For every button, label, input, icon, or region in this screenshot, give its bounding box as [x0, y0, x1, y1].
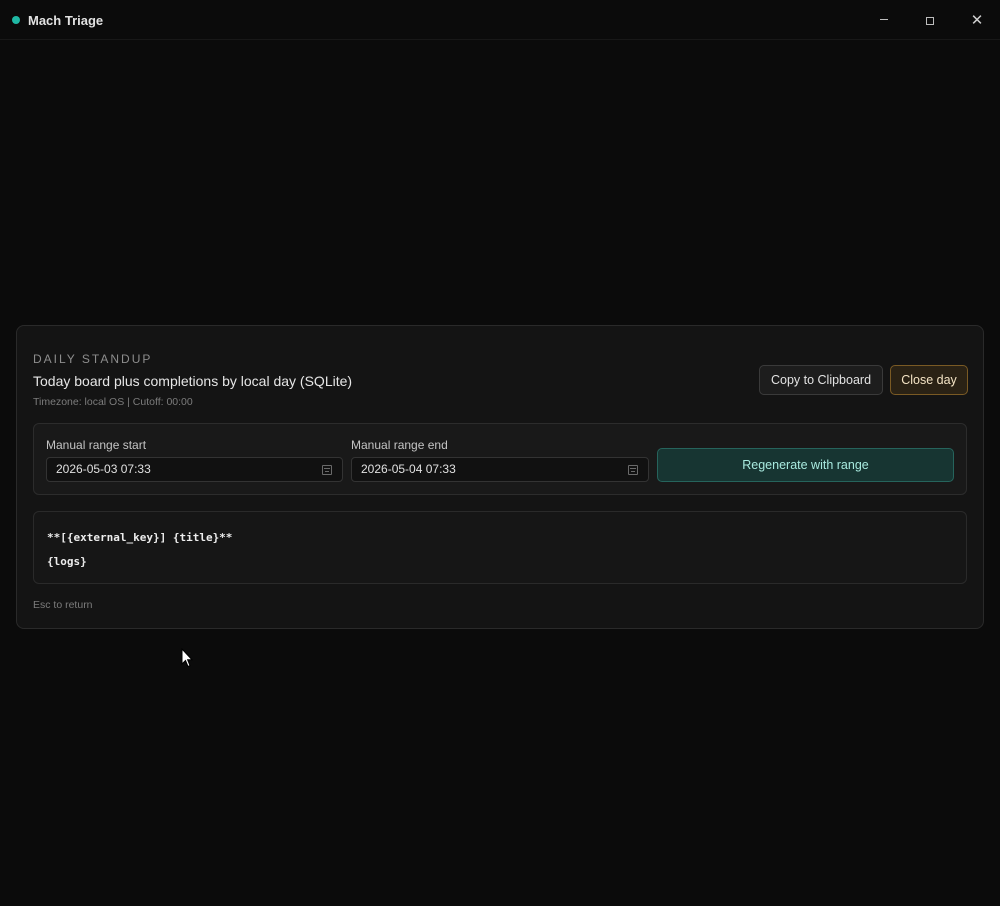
output-line: {logs} — [47, 555, 87, 568]
panel-heading: Today board plus completions by local da… — [33, 373, 353, 389]
range-end-label: Manual range end — [351, 438, 448, 452]
status-dot-icon — [12, 16, 20, 24]
calendar-icon[interactable] — [628, 465, 638, 475]
output-line: **[{external_key}] {title}** — [47, 531, 233, 544]
standup-output[interactable]: **[{external_key}] {title}** {logs} — [33, 511, 967, 584]
app-window: Mach Triage ✕ DAILY STANDUP Today board … — [0, 0, 1000, 906]
section-eyebrow: DAILY STANDUP — [33, 352, 153, 366]
daily-standup-panel: DAILY STANDUP Today board plus completio… — [16, 325, 984, 629]
close-window-button[interactable]: ✕ — [954, 0, 1000, 40]
range-start-value: 2026-05-03 07:33 — [56, 462, 151, 476]
close-day-button[interactable]: Close day — [890, 365, 968, 395]
manual-range-box: Manual range start 2026-05-03 07:33 Manu… — [33, 423, 967, 495]
maximize-icon — [926, 17, 934, 25]
timezone-info: Timezone: local OS | Cutoff: 00:00 — [33, 396, 193, 408]
close-icon: ✕ — [970, 12, 984, 29]
minimize-icon — [880, 18, 888, 20]
window-title: Mach Triage — [28, 13, 104, 28]
range-end-input[interactable]: 2026-05-04 07:33 — [351, 457, 649, 482]
calendar-icon[interactable] — [322, 465, 332, 475]
range-end-value: 2026-05-04 07:33 — [361, 462, 456, 476]
copy-to-clipboard-button[interactable]: Copy to Clipboard — [759, 365, 883, 395]
minimize-button[interactable] — [861, 0, 907, 40]
range-start-input[interactable]: 2026-05-03 07:33 — [46, 457, 343, 482]
escape-hint: Esc to return — [33, 599, 93, 611]
regenerate-with-range-button[interactable]: Regenerate with range — [657, 448, 954, 482]
maximize-button[interactable] — [907, 0, 953, 40]
title-bar[interactable]: Mach Triage ✕ — [0, 0, 1000, 40]
range-start-label: Manual range start — [46, 438, 147, 452]
mouse-cursor-icon — [181, 648, 193, 668]
